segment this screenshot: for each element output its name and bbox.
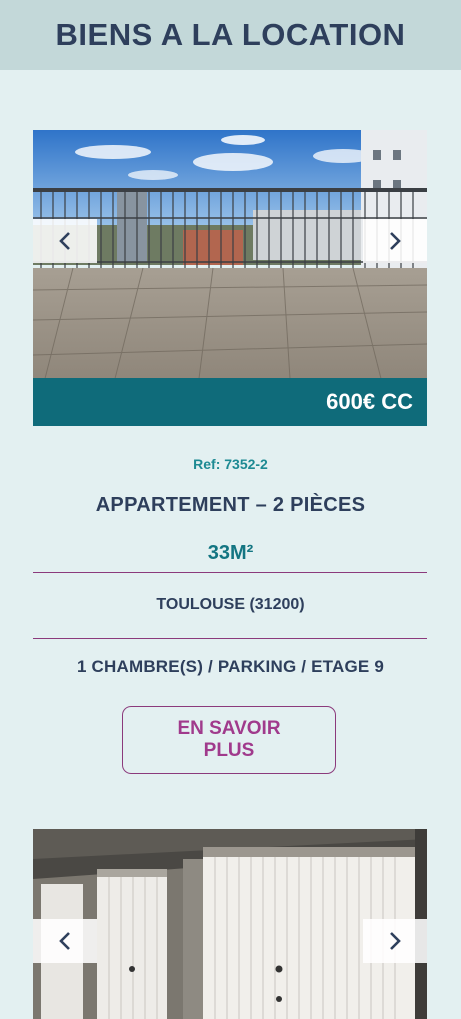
- listing-type: APPARTEMENT – 2 PIÈCES: [95, 494, 366, 516]
- page-header: BIENS A LA LOCATION: [0, 0, 461, 70]
- page-title: BIENS A LA LOCATION: [55, 17, 406, 52]
- listing-surface: 33M²: [207, 542, 254, 564]
- learn-more-button[interactable]: EN SAVOIR PLUS: [122, 706, 336, 774]
- carousel-next-button[interactable]: [363, 219, 427, 263]
- listing-features: 1 CHAMBRE(S) / PARKING / ETAGE 9: [76, 657, 385, 676]
- learn-more-label: EN SAVOIR PLUS: [177, 718, 281, 761]
- carousel-prev-button[interactable]: [33, 219, 97, 263]
- chevron-left-icon: [59, 232, 70, 250]
- listing-card: [33, 829, 427, 1019]
- carousel-next-button[interactable]: [363, 919, 427, 963]
- divider: [33, 572, 427, 573]
- divider: [33, 638, 427, 639]
- listing-ref: Ref: 7352-2: [193, 456, 268, 472]
- listing-price: 600€ CC: [326, 389, 413, 414]
- listing-city: TOULOUSE (31200): [156, 596, 305, 613]
- price-banner: 600€ CC: [33, 378, 427, 426]
- listing-card: 600€ CC: [33, 130, 427, 426]
- chevron-left-icon: [59, 932, 70, 950]
- chevron-right-icon: [390, 232, 401, 250]
- listing-photo-carousel[interactable]: [33, 829, 427, 1019]
- listing-photo-carousel[interactable]: 600€ CC: [33, 130, 427, 426]
- carousel-prev-button[interactable]: [33, 919, 97, 963]
- chevron-right-icon: [390, 932, 401, 950]
